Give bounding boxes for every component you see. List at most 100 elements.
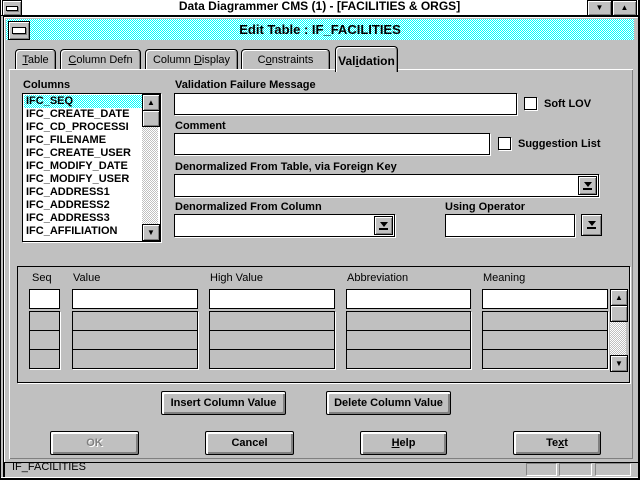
dropdown-button[interactable]: [374, 216, 393, 235]
cancel-button[interactable]: Cancel: [205, 431, 294, 455]
list-item[interactable]: IFC_CD_PROCESSI: [24, 121, 142, 134]
suggestion-list-label: Suggestion List: [518, 138, 601, 150]
scroll-down-icon: ▼: [615, 360, 623, 368]
scroll-up-icon: ▲: [147, 99, 155, 107]
grid-cell-value[interactable]: [72, 289, 198, 309]
list-item[interactable]: IFC_MODIFY_USER: [24, 173, 142, 186]
grid-cell-value: [72, 311, 198, 331]
list-item[interactable]: IFC_ADDRESS1: [24, 186, 142, 199]
insert-column-value-button[interactable]: Insert Column Value: [161, 391, 286, 415]
grid-cell-high-value: [209, 311, 335, 331]
using-operator-input[interactable]: [445, 214, 575, 237]
grid-header-meaning: Meaning: [483, 272, 525, 284]
help-button[interactable]: Help: [360, 431, 447, 455]
text-button[interactable]: Text: [513, 431, 601, 455]
grid-cell-meaning: [482, 311, 608, 331]
grid-cell-high-value: [209, 330, 335, 350]
grid-cell-value: [72, 330, 198, 350]
validation-failure-message-input[interactable]: [174, 93, 517, 115]
suggestion-list-checkbox[interactable]: [498, 137, 511, 150]
columns-scrollbar[interactable]: ▲ ▼: [142, 94, 158, 239]
list-item[interactable]: IFC_AFFILIATION: [24, 225, 142, 238]
list-item[interactable]: IFC_ADDRESS2: [24, 199, 142, 212]
list-item[interactable]: IFC_CREATE_USER: [24, 147, 142, 160]
grid-scrollbar[interactable]: ▲ ▼: [610, 289, 626, 370]
tab-validation[interactable]: Validation: [335, 46, 398, 72]
scroll-up-button[interactable]: ▲: [610, 289, 628, 306]
grid-cell-seq: [29, 311, 60, 331]
list-item[interactable]: IFC_MODIFY_DATE: [24, 160, 142, 173]
grid-header-seq: Seq: [32, 272, 52, 284]
grid-cell-abbreviation: [346, 311, 471, 331]
list-item[interactable]: IFC_ADDRESS3: [24, 212, 142, 225]
grid-cell-abbreviation: [346, 330, 471, 350]
grid-cell-seq: [29, 330, 60, 350]
maximize-icon: ▲: [621, 4, 629, 12]
grid-header-abbreviation: Abbreviation: [347, 272, 408, 284]
columns-label: Columns: [23, 79, 70, 91]
grid-cell-seq: [29, 349, 60, 369]
maximize-button[interactable]: ▲: [612, 0, 637, 16]
scrollbar-thumb[interactable]: [142, 110, 160, 127]
scroll-down-icon: ▼: [147, 229, 155, 237]
ok-button: OK: [50, 431, 139, 455]
status-pane: [595, 463, 631, 476]
column-values-groupbox: Seq Value High Value Abbreviation Meanin…: [17, 266, 630, 383]
dialog-system-menu-button[interactable]: [8, 21, 30, 40]
list-item[interactable]: IFC_SEQ: [24, 95, 142, 108]
grid-cell-seq[interactable]: [29, 289, 60, 309]
status-frame-line: [3, 461, 5, 477]
soft-lov-checkbox[interactable]: [524, 97, 537, 110]
grid-cell-meaning: [482, 330, 608, 350]
screen: Data Diagrammer CMS (1) - [FACILITIES & …: [0, 0, 640, 480]
dialog-title: Edit Table : IF_FACILITIES: [6, 19, 634, 40]
denormalized-from-table-label: Denormalized From Table, via Foreign Key: [175, 161, 397, 173]
minimize-icon: ▼: [596, 4, 604, 12]
delete-column-value-button[interactable]: Delete Column Value: [326, 391, 451, 415]
dropdown-icon: [380, 222, 388, 227]
main-titlebar: Data Diagrammer CMS (1) - [FACILITIES & …: [1, 0, 638, 16]
main-window-title: Data Diagrammer CMS (1) - [FACILITIES & …: [1, 0, 638, 15]
scroll-down-button[interactable]: ▼: [142, 224, 160, 241]
list-item[interactable]: IFC_FILENAME: [24, 134, 142, 147]
soft-lov-label: Soft LOV: [544, 98, 591, 110]
using-operator-label: Using Operator: [445, 201, 525, 213]
denormalized-from-column-combo[interactable]: [174, 214, 395, 237]
grid-cell-abbreviation[interactable]: [346, 289, 471, 309]
tab-constraints[interactable]: Constraints: [241, 49, 330, 70]
grid-cell-abbreviation: [346, 349, 471, 369]
grid-cell-meaning: [482, 349, 608, 369]
grid-header-high-value: High Value: [210, 272, 263, 284]
scrollbar-thumb[interactable]: [610, 305, 628, 322]
grid-cell-value: [72, 349, 198, 369]
tab-column-display[interactable]: Column Display: [145, 49, 238, 70]
denormalized-from-column-label: Denormalized From Column: [175, 201, 322, 213]
columns-listbox[interactable]: IFC_SEQ IFC_CREATE_DATE IFC_CD_PROCESSI …: [22, 93, 161, 242]
grid-cell-high-value: [209, 349, 335, 369]
grid-cell-meaning[interactable]: [482, 289, 608, 309]
scroll-up-icon: ▲: [615, 294, 623, 302]
scroll-down-button[interactable]: ▼: [610, 355, 628, 372]
dropdown-icon: [584, 182, 592, 187]
using-operator-dropdown-button[interactable]: [581, 214, 602, 236]
scroll-up-button[interactable]: ▲: [142, 94, 160, 111]
list-item[interactable]: IFC_CREATE_DATE: [24, 108, 142, 121]
columns-list-items: IFC_SEQ IFC_CREATE_DATE IFC_CD_PROCESSI …: [24, 95, 142, 239]
tab-table[interactable]: Table: [15, 49, 56, 70]
validation-failure-message-label: Validation Failure Message: [175, 79, 316, 91]
dialog-titlebar: Edit Table : IF_FACILITIES: [6, 19, 634, 40]
status-bar: IF_FACILITIES: [1, 461, 638, 477]
minimize-button[interactable]: ▼: [587, 0, 612, 16]
window-frame-left: [0, 0, 1, 480]
dropdown-button[interactable]: [578, 176, 597, 195]
dropdown-icon: [588, 221, 596, 226]
grid-cell-high-value[interactable]: [209, 289, 335, 309]
grid-header-value: Value: [73, 272, 100, 284]
edit-table-dialog: Edit Table : IF_FACILITIES Table Column …: [3, 16, 639, 463]
denormalized-from-table-combo[interactable]: [174, 174, 599, 197]
comment-label: Comment: [175, 120, 226, 132]
comment-input[interactable]: [174, 133, 490, 155]
status-pane: [526, 463, 557, 476]
status-pane: [559, 463, 592, 476]
tab-column-defn[interactable]: Column Defn: [60, 49, 141, 70]
